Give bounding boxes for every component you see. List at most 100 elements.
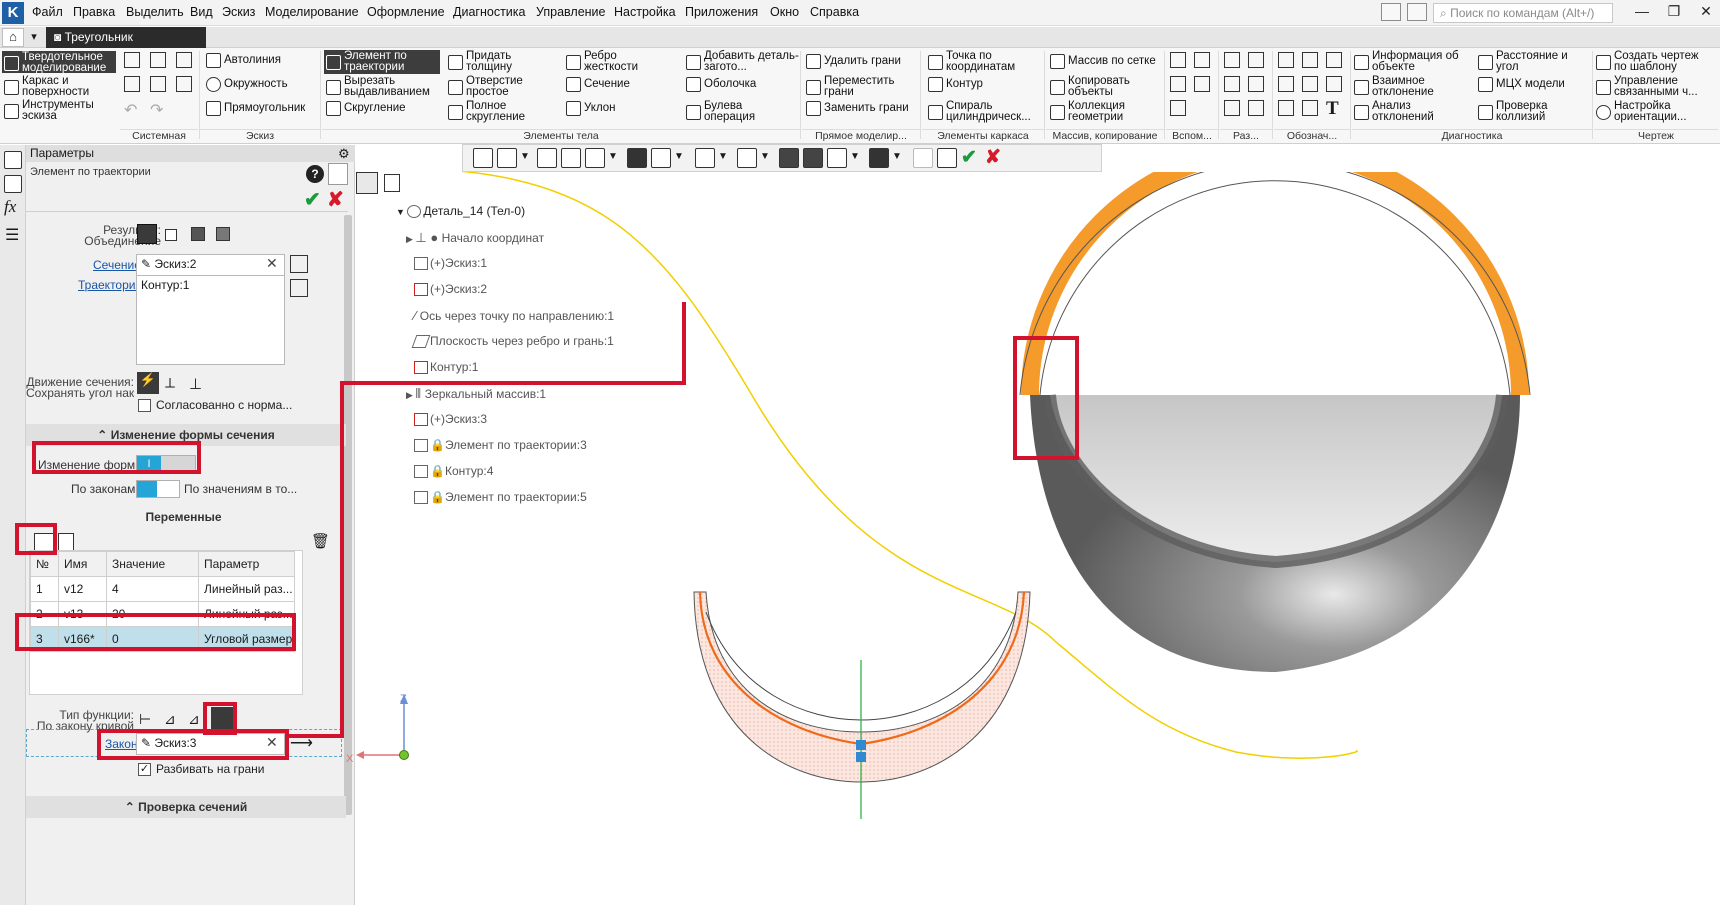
pipette-icon[interactable] — [913, 148, 933, 168]
extrude-cut-button[interactable]: Вырезать выдавливанием — [326, 75, 440, 98]
sweep-element-button[interactable]: Элемент по траектории — [324, 50, 440, 74]
new-file-icon[interactable] — [124, 52, 140, 68]
panel-gear-icon[interactable]: ⚙ — [338, 146, 350, 162]
display-dropdown-icon[interactable]: ▼ — [674, 151, 684, 162]
section-field[interactable]: ✎ Эскиз:2 — [136, 254, 285, 276]
mirror-icon[interactable] — [1248, 76, 1264, 92]
clear-section-icon[interactable]: ✕ — [266, 255, 278, 272]
trajectory-list[interactable]: Контур:1 — [136, 275, 285, 365]
replace-faces-button[interactable]: Заменить грани — [806, 101, 909, 116]
menu-modeling[interactable]: Моделирование — [265, 5, 359, 19]
menu-settings[interactable]: Настройка — [614, 5, 676, 19]
menu-file[interactable]: Файл — [32, 5, 63, 19]
copy-objects-button[interactable]: Копировать объекты — [1050, 75, 1140, 98]
hole-button[interactable]: Отверстие простое — [448, 75, 530, 98]
body-icon[interactable] — [1224, 100, 1240, 116]
fillet-button[interactable]: Скругление — [326, 101, 406, 116]
helix-button[interactable]: Спираль цилиндрическ... — [928, 100, 1040, 123]
library-icon[interactable] — [176, 76, 192, 92]
subtract-icon[interactable] — [191, 227, 205, 241]
redo-icon[interactable]: ↷ — [150, 100, 163, 120]
split-faces-checkbox[interactable]: ✓ — [138, 763, 151, 776]
text-icon[interactable]: T — [1326, 98, 1339, 120]
section-button[interactable]: Сечение — [566, 77, 630, 92]
grid-array-button[interactable]: Массив по сетке — [1050, 54, 1156, 69]
angle-dim-icon[interactable] — [1302, 52, 1318, 68]
tolerance-icon[interactable] — [1326, 76, 1342, 92]
section-pick-icon[interactable] — [290, 255, 308, 273]
full-fillet-button[interactable]: Полное скругление — [448, 100, 538, 123]
point-aux-icon[interactable] — [1194, 76, 1210, 92]
section-link[interactable]: Сечение — [93, 258, 141, 272]
contour-button[interactable]: Контур — [928, 77, 983, 92]
panel-list-icon[interactable] — [328, 163, 348, 185]
normal-motion-icon[interactable]: ⊥ — [189, 375, 202, 393]
lcs-icon[interactable] — [1170, 76, 1186, 92]
layers-icon[interactable] — [827, 148, 847, 168]
mark-icon[interactable] — [1302, 100, 1318, 116]
zoom-dropdown-icon[interactable]: ▼ — [520, 151, 530, 162]
rotate-icon[interactable] — [537, 148, 557, 168]
dropdown-icon[interactable]: ▾ — [26, 30, 42, 45]
parameters-panel-icon[interactable] — [4, 175, 22, 193]
menu-sketch[interactable]: Эскиз — [222, 5, 255, 19]
line-aux-icon[interactable] — [1170, 100, 1186, 116]
table-row[interactable]: 1 v12 4 Линейный раз... — [30, 576, 295, 602]
cancel-x-icon[interactable]: ✘ — [985, 146, 1001, 169]
table-func-icon[interactable]: ⊿ — [188, 711, 200, 728]
copy-view-icon[interactable] — [937, 148, 957, 168]
home-icon[interactable]: ⌂ — [2, 28, 24, 47]
open-folder-icon[interactable] — [150, 52, 166, 68]
orientation-settings-button[interactable]: Настройка ориентации... — [1596, 100, 1710, 123]
undo-icon[interactable]: ↶ — [124, 100, 137, 120]
hide-dropdown-icon[interactable]: ▼ — [718, 151, 728, 162]
mode-surface-button[interactable]: Каркас и поверхности — [2, 75, 116, 98]
linear-func-icon[interactable]: ⊢ — [139, 711, 151, 728]
visibility-icon[interactable] — [737, 148, 757, 168]
shaded-view-icon[interactable] — [627, 148, 647, 168]
menu-window[interactable]: Окно — [770, 5, 799, 19]
menu-design[interactable]: Оформление — [367, 5, 445, 19]
menu-view[interactable]: Вид — [190, 5, 213, 19]
properties-icon[interactable] — [150, 76, 166, 92]
weld-icon[interactable] — [1278, 100, 1294, 116]
rib-button[interactable]: Ребро жесткости — [566, 50, 654, 73]
dimension-icon[interactable] — [1278, 52, 1294, 68]
menu-select[interactable]: Выделить — [126, 5, 184, 19]
mass-properties-button[interactable]: МЦХ модели — [1478, 77, 1565, 92]
app-logo-icon[interactable]: K — [2, 2, 24, 24]
radius-dim-icon[interactable] — [1326, 52, 1342, 68]
plane-icon[interactable] — [1170, 52, 1186, 68]
pan-icon[interactable] — [561, 148, 581, 168]
menu-lines-icon[interactable]: ☰ — [5, 225, 19, 245]
autoline-button[interactable]: Автолиния — [206, 53, 281, 68]
quadratic-func-icon[interactable]: ⊿ — [164, 711, 176, 728]
command-search-input[interactable]: ⌕ Поиск по командам (Alt+/) — [1433, 3, 1613, 23]
variable-settings-icon[interactable] — [58, 533, 74, 551]
print-icon[interactable] — [124, 76, 140, 92]
draft-button[interactable]: Уклон — [566, 101, 616, 116]
cancel-x-icon[interactable]: ✘ — [327, 187, 344, 212]
menu-diagnostics[interactable]: Диагностика — [453, 5, 525, 19]
close-icon[interactable]: ✕ — [1694, 3, 1718, 23]
camera-icon[interactable] — [1407, 3, 1427, 21]
shell-button[interactable]: Оболочка — [686, 77, 756, 92]
minimize-icon[interactable]: — — [1630, 3, 1654, 23]
geometry-collection-button[interactable]: Коллекция геометрии — [1050, 100, 1140, 123]
mode-sketch-tools-button[interactable]: Инструменты эскиза — [2, 99, 116, 122]
mutual-deviation-button[interactable]: Взаимное отклонение — [1354, 75, 1444, 98]
zoom-fit-icon[interactable] — [473, 148, 493, 168]
wireframe-view-icon[interactable] — [651, 148, 671, 168]
mode-toggle[interactable] — [136, 480, 180, 498]
union-icon[interactable] — [137, 224, 157, 244]
distance-angle-button[interactable]: Расстояние и угол — [1478, 50, 1580, 73]
menu-control[interactable]: Управление — [536, 5, 606, 19]
tree-panel-icon[interactable] — [4, 151, 22, 169]
boolean-button[interactable]: Булева операция — [686, 100, 768, 123]
normal-checkbox[interactable] — [138, 399, 151, 412]
thicken-button[interactable]: Придать толщину — [448, 50, 530, 73]
check-sections-header[interactable]: ⌃ Проверка сечений — [26, 796, 346, 818]
circle-button[interactable]: Окружность — [206, 77, 288, 92]
create-drawing-button[interactable]: Создать чертеж по шаблону — [1596, 50, 1710, 73]
layer-icon[interactable] — [1224, 76, 1240, 92]
